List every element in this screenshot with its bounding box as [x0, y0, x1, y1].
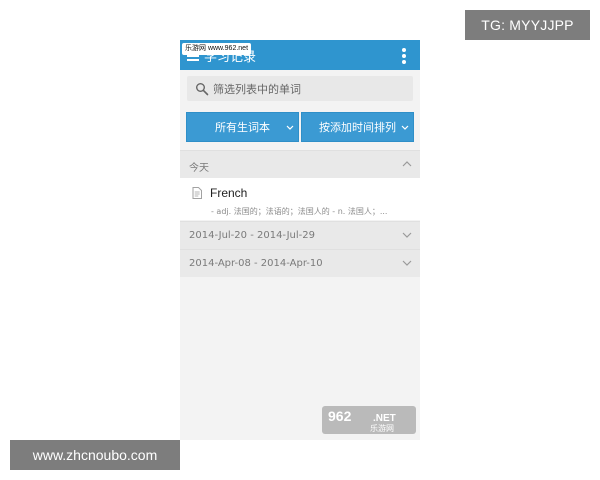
telegram-badge-text: TG: MYYJJPP	[481, 17, 574, 33]
sort-order-dropdown[interactable]: 按添加时间排列	[301, 112, 414, 142]
app-bar: 学习记录 乐游网 www.962.net	[180, 40, 420, 70]
chevron-down-icon	[401, 125, 409, 130]
sort-order-label: 按添加时间排列	[319, 121, 396, 134]
section-jul-range[interactable]: 2014-Jul-20 - 2014-Jul-29	[180, 221, 420, 249]
site-badge: www.zhcnoubo.com	[10, 440, 180, 470]
url-overlay: 乐游网 www.962.net	[182, 43, 252, 55]
mobile-screen: 学习记录 乐游网 www.962.net 筛选列表中的单词 所有生词本 按添加时…	[180, 40, 420, 440]
word-meaning: - adj. 法国的；法语的；法国人的 - n. 法国人；...	[211, 207, 388, 216]
section-label: 2014-Jul-20 - 2014-Jul-29	[189, 230, 315, 241]
word-list-item[interactable]: French - adj. 法国的；法语的；法国人的 - n. 法国人；...	[180, 178, 420, 220]
chevron-down-icon[interactable]	[402, 231, 412, 239]
wordbook-filter-label: 所有生词本	[215, 121, 270, 134]
search-placeholder: 筛选列表中的单词	[213, 82, 301, 96]
logo-suffix: .NET	[373, 413, 396, 424]
search-input[interactable]: 筛选列表中的单词	[187, 76, 413, 101]
telegram-badge: TG: MYYJJPP	[465, 10, 590, 40]
logo-number: 962	[328, 408, 352, 424]
wordbook-filter-dropdown[interactable]: 所有生词本	[186, 112, 299, 142]
word-title: French	[210, 186, 248, 200]
site-badge-text: www.zhcnoubo.com	[32, 447, 158, 463]
search-icon	[196, 82, 209, 95]
section-apr-range[interactable]: 2014-Apr-08 - 2014-Apr-10	[180, 249, 420, 277]
section-today[interactable]: 今天	[180, 150, 420, 178]
more-vertical-icon[interactable]	[402, 48, 406, 64]
chevron-down-icon	[286, 125, 294, 130]
section-label: 今天	[189, 163, 209, 174]
logo-name: 乐游网	[370, 423, 394, 433]
chevron-down-icon[interactable]	[402, 259, 412, 267]
document-icon	[192, 187, 202, 199]
site-logo-watermark: 962 .NET 乐游网	[322, 406, 416, 434]
section-label: 2014-Apr-08 - 2014-Apr-10	[189, 258, 323, 269]
chevron-up-icon[interactable]	[402, 160, 412, 168]
